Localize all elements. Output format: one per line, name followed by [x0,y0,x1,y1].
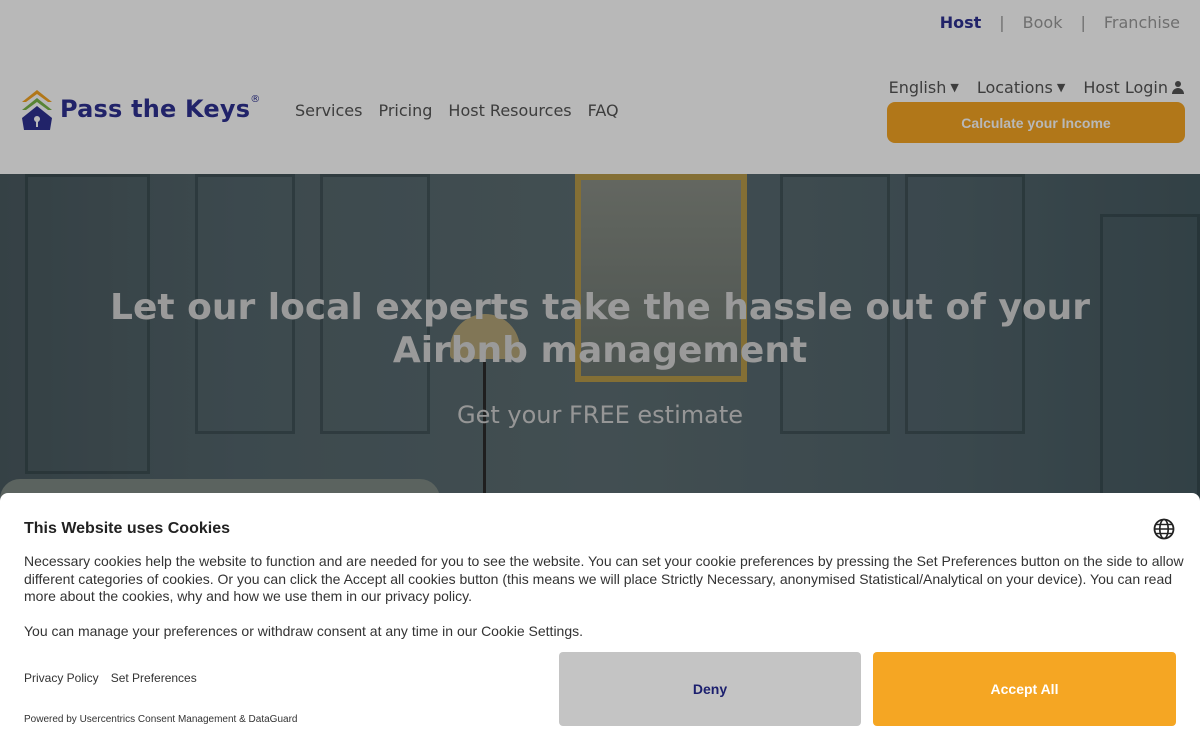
set-preferences-link[interactable]: Set Preferences [111,671,197,685]
cookie-description: Necessary cookies help the website to fu… [24,553,1184,604]
privacy-policy-link[interactable]: Privacy Policy [24,671,99,685]
deny-button[interactable]: Deny [559,652,861,726]
cookie-manage-text: You can manage your preferences or withd… [24,623,584,639]
accept-all-button[interactable]: Accept All [873,652,1176,726]
cookie-links: Privacy Policy Set Preferences [24,671,197,685]
globe-icon[interactable] [1153,518,1175,540]
powered-by-text: Powered by Usercentrics Consent Manageme… [24,714,298,725]
cookie-banner: This Website uses Cookies Necessary cook… [0,493,1200,750]
cookie-banner-title: This Website uses Cookies [24,520,230,537]
